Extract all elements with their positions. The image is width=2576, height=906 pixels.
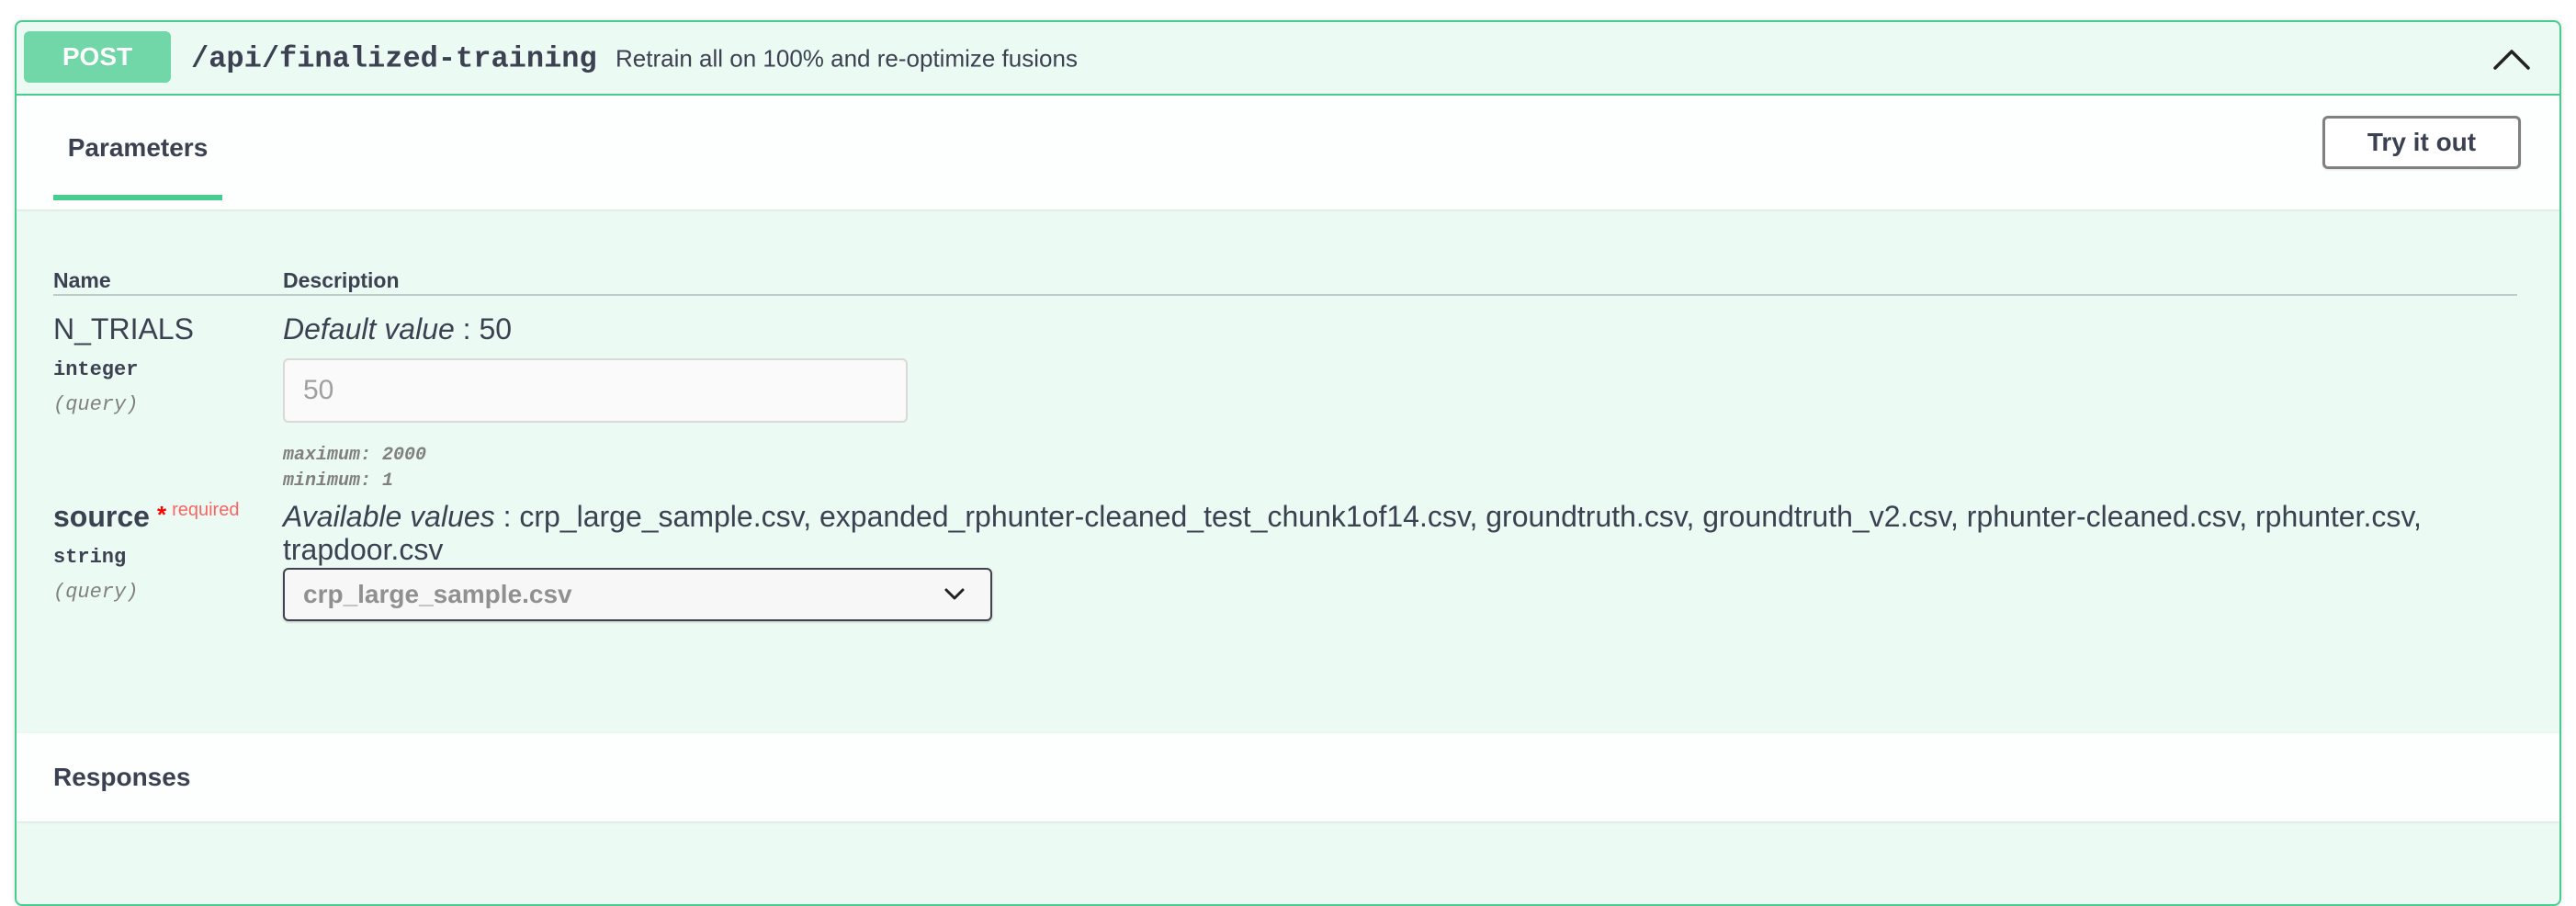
available-values-label: Available values: [283, 500, 495, 533]
chevron-down-icon: [944, 588, 965, 600]
available-values-line: Available values : crp_large_sample.csv,…: [283, 500, 2525, 534]
column-header-name: Name: [53, 268, 111, 292]
default-value-line: Default value : 50: [283, 312, 512, 346]
column-header-description: Description: [283, 268, 400, 292]
try-it-out-button[interactable]: Try it out: [2322, 116, 2521, 169]
n-trials-input[interactable]: [283, 358, 908, 423]
minimum-constraint: minimum: 1: [283, 470, 394, 492]
param-type: integer: [53, 358, 139, 381]
method-badge: POST: [24, 31, 171, 83]
maximum-constraint: maximum: 2000: [283, 445, 427, 466]
endpoint-path: /api/finalized-training: [191, 41, 597, 76]
source-select[interactable]: crp_large_sample.csv: [283, 568, 992, 621]
available-values: crp_large_sample.csv, expanded_rphunter-…: [519, 500, 2422, 533]
param-type: string: [53, 546, 127, 569]
header-divider: [53, 294, 2517, 296]
param-name-text: source: [53, 500, 150, 533]
default-value: 50: [479, 312, 513, 345]
required-star: *: [156, 501, 167, 528]
chevron-up-icon[interactable]: [2491, 42, 2532, 75]
tab-parameters[interactable]: Parameters: [53, 96, 222, 200]
required-label: required: [172, 500, 240, 520]
available-values-continued: trapdoor.csv: [283, 533, 444, 566]
parameters-header: Parameters Try it out: [17, 96, 2559, 210]
default-value-label: Default value: [283, 312, 455, 345]
available-values-separator: :: [494, 500, 520, 533]
operation-block: POST /api/finalized-training Retrain all…: [15, 20, 2561, 906]
param-location: (query): [53, 581, 139, 604]
endpoint-summary: Retrain all on 100% and re-optimize fusi…: [616, 44, 1078, 73]
default-value-separator: :: [454, 312, 480, 345]
responses-header: Responses: [17, 733, 2559, 821]
responses-title: Responses: [53, 763, 191, 791]
param-name-n-trials: N_TRIALS: [53, 312, 194, 345]
param-location: (query): [53, 393, 139, 416]
source-selected-value: crp_large_sample.csv: [303, 580, 572, 608]
param-name-source: source * required: [53, 500, 239, 534]
operation-summary[interactable]: POST /api/finalized-training Retrain all…: [17, 22, 2559, 96]
